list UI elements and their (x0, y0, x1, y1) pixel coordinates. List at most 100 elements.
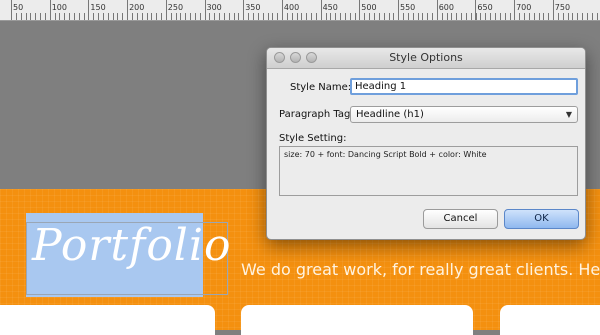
ruler-minor-tick (40, 13, 42, 20)
ruler-minor-tick (25, 13, 27, 20)
ruler-major-tick (11, 0, 12, 20)
ruler-minor-tick (572, 13, 574, 20)
style-setting-label: Style Setting: (279, 133, 347, 144)
ok-button[interactable]: OK (504, 209, 579, 229)
ruler-minor-tick (15, 13, 17, 20)
ruler-label: 150 (90, 3, 106, 12)
ruler-major-tick (514, 0, 516, 20)
content-card (500, 305, 600, 335)
ruler-label: 50 (13, 3, 24, 12)
ruler-minor-tick (277, 13, 279, 20)
ruler-minor-tick (209, 13, 211, 20)
ruler-minor-tick (54, 13, 56, 20)
ruler-major-tick (49, 0, 51, 20)
ruler-minor-tick (180, 13, 182, 20)
ruler-minor-tick (69, 13, 71, 20)
ruler-minor-tick (296, 13, 298, 20)
ruler-minor-tick (470, 13, 472, 20)
ruler-minor-tick (262, 13, 264, 20)
ruler-label: 350 (245, 3, 261, 12)
tagline-text[interactable]: We do great work, for really great clien… (241, 260, 600, 279)
ruler-minor-tick (170, 13, 172, 20)
ruler-major-tick (243, 0, 245, 20)
portfolio-heading[interactable]: Portfolio (32, 220, 231, 271)
ruler-minor-tick (20, 13, 22, 20)
ruler-minor-tick (340, 13, 342, 20)
ruler-minor-tick (577, 13, 579, 20)
ruler-minor-tick (325, 13, 327, 20)
ruler-minor-tick (272, 13, 274, 20)
ruler-minor-tick (456, 13, 458, 20)
ruler-minor-tick (383, 13, 385, 20)
ruler-label: 100 (51, 3, 67, 12)
style-setting-text: size: 70 + font: Dancing Script Bold + c… (284, 150, 487, 159)
ruler-minor-tick (427, 13, 429, 20)
ruler-label: 600 (438, 3, 454, 12)
ruler-minor-tick (374, 13, 375, 20)
ruler-minor-tick (557, 13, 559, 20)
ruler-minor-tick (98, 13, 100, 20)
paragraph-tag-select[interactable]: Headline (h1) ▼ (350, 106, 578, 123)
ruler-minor-tick (562, 13, 564, 20)
ruler-major-tick (88, 0, 90, 20)
ruler-label: 400 (283, 3, 300, 12)
style-name-label: Style Name: (290, 82, 352, 93)
cancel-button[interactable]: Cancel (423, 209, 498, 229)
ruler-minor-tick (567, 13, 569, 20)
ruler-minor-tick (107, 13, 109, 20)
ruler-minor-tick (432, 13, 434, 20)
horizontal-ruler[interactable]: 50 100 150 200 250 300 350 400 450 500 550 600 650 70… (0, 0, 600, 21)
ruler-minor-tick (199, 13, 201, 20)
ruler-minor-tick (248, 13, 250, 20)
content-card (241, 305, 473, 335)
ruler-minor-tick (364, 13, 366, 20)
ruler-minor-tick (465, 13, 467, 20)
ruler-minor-tick (301, 13, 303, 20)
ruler-minor-tick (83, 13, 85, 20)
ruler-minor-tick (78, 13, 80, 20)
ruler-label: 500 (361, 3, 377, 12)
ruler-major-tick (552, 0, 554, 20)
ruler-major-tick (320, 0, 322, 20)
ruler-major-tick (281, 0, 283, 20)
ruler-minor-tick (286, 13, 288, 20)
ruler-label: 700 (516, 3, 532, 12)
ruler-minor-tick (441, 13, 443, 20)
ruler-minor-tick (132, 13, 133, 20)
ruler-minor-tick (73, 13, 75, 20)
ruler-major-tick (475, 0, 477, 20)
ruler-minor-tick (253, 13, 254, 20)
ruler-minor-tick (257, 13, 259, 20)
ruler-label: 250 (167, 3, 184, 12)
paragraph-tag-value: Headline (h1) (356, 109, 424, 120)
ruler-minor-tick (141, 13, 143, 20)
style-setting-textarea[interactable]: size: 70 + font: Dancing Script Bold + c… (279, 146, 578, 196)
ruler-minor-tick (291, 13, 293, 20)
ruler-minor-tick (490, 13, 492, 20)
ruler-minor-tick (64, 13, 66, 20)
ruler-minor-tick (146, 13, 148, 20)
ruler-minor-tick (219, 13, 221, 20)
ruler-minor-tick (446, 13, 448, 20)
ruler-minor-tick (311, 13, 313, 20)
ruler-minor-tick (354, 13, 356, 20)
ruler-minor-tick (417, 13, 419, 20)
ruler-minor-tick (538, 13, 540, 20)
style-name-input[interactable] (350, 78, 578, 95)
ruler-minor-tick (485, 13, 487, 20)
ruler-minor-tick (369, 13, 371, 20)
ruler-minor-tick (596, 13, 598, 20)
ruler-minor-tick (175, 13, 177, 20)
dropdown-arrow-icon: ▼ (565, 110, 572, 119)
paragraph-tag-label: Paragraph Tag: (279, 109, 354, 120)
ruler-minor-tick (388, 13, 390, 20)
ruler-major-tick (127, 0, 129, 20)
dialog-title: Style Options (389, 51, 463, 64)
ruler-minor-tick (403, 13, 405, 20)
ruler-minor-tick (422, 13, 424, 20)
ruler-minor-tick (524, 13, 526, 20)
ruler-minor-tick (194, 13, 196, 20)
dialog-titlebar[interactable]: Style Options (267, 48, 585, 69)
ruler-minor-tick (412, 13, 414, 20)
ruler-minor-tick (136, 13, 138, 20)
